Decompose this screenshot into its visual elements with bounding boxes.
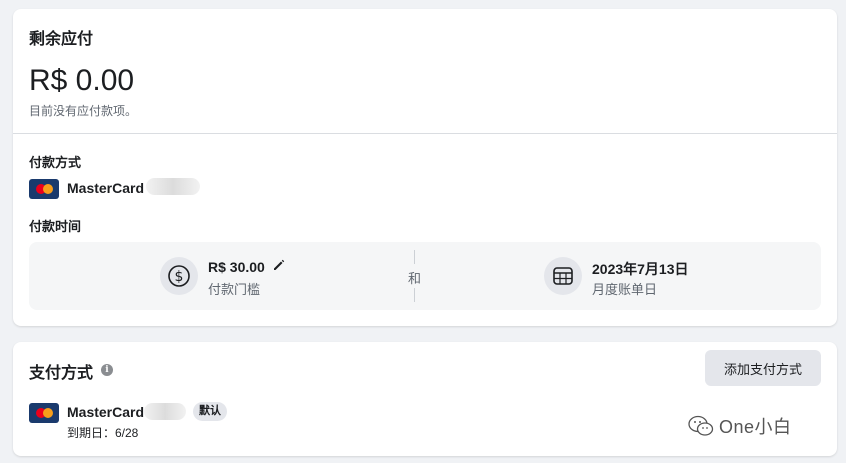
- add-payment-method-button[interactable]: 添加支付方式: [705, 350, 821, 386]
- watermark-text: One小白: [719, 417, 792, 437]
- info-icon[interactable]: i: [101, 364, 113, 376]
- billing-date-label: 月度账单日: [592, 282, 658, 297]
- watermark: One小白: [687, 413, 792, 439]
- balance-card: 剩余应付 R$ 0.00 目前没有应付款项。 付款方式 MasterCard 付…: [13, 9, 837, 326]
- svg-text:$: $: [175, 269, 184, 285]
- balance-title: 剩余应付: [29, 31, 94, 48]
- connector-text: 和: [408, 271, 422, 286]
- payment-schedule-label: 付款时间: [29, 219, 82, 234]
- mastercard-logo-icon: [29, 179, 59, 199]
- balance-amount: R$ 0.00: [29, 64, 135, 97]
- threshold-value: R$ 30.00: [208, 259, 265, 275]
- dollar-circle-icon: $: [160, 257, 198, 295]
- masked-card-number: [146, 178, 200, 195]
- calendar-icon: [544, 257, 582, 295]
- card-brand-name: MasterCard: [67, 404, 145, 420]
- payment-method-label: 付款方式: [29, 155, 82, 170]
- divider: [13, 133, 837, 134]
- mastercard-logo-icon: [29, 403, 59, 423]
- billing-date-value: 2023年7月13日: [592, 261, 689, 277]
- payment-methods-title: 支付方式: [29, 365, 94, 382]
- wechat-icon: [688, 415, 714, 436]
- edit-pencil-icon[interactable]: [272, 258, 286, 272]
- masked-card-number: [144, 403, 186, 420]
- payment-schedule-box: $ R$ 30.00 付款门槛 和 2023年7月13日 月度账单日: [29, 242, 821, 310]
- separator-line-bottom: [414, 288, 415, 302]
- threshold-label: 付款门槛: [208, 282, 261, 297]
- balance-note: 目前没有应付款项。: [29, 104, 138, 118]
- default-badge: 默认: [193, 402, 227, 421]
- card-brand-name: MasterCard: [67, 180, 145, 196]
- separator-line-top: [414, 250, 415, 264]
- card-expiry: 到期日：6/28: [67, 426, 139, 440]
